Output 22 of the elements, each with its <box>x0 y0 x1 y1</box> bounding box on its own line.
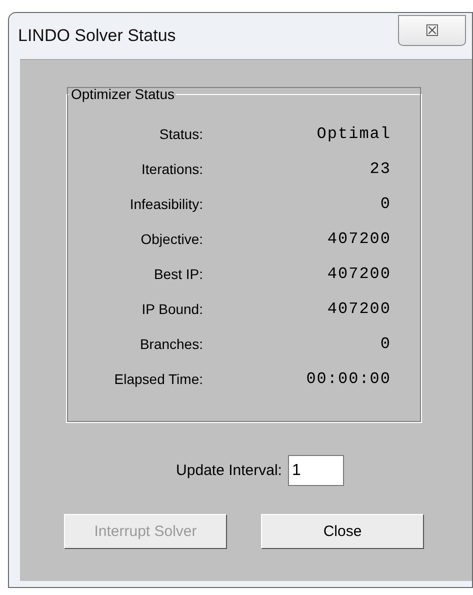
field-label: Infeasibility: <box>128 196 203 212</box>
field-value: 00:00:00 <box>305 370 391 388</box>
field-label: Elapsed Time: <box>113 370 203 386</box>
update-interval-field[interactable]: 1 <box>288 455 344 486</box>
field-value: 23 <box>368 160 391 178</box>
field-label: Objective: <box>140 230 203 246</box>
field-label: Branches: <box>138 336 203 352</box>
field-value: 407200 <box>326 264 391 282</box>
field-label: Best IP: <box>152 266 203 282</box>
update-interval-label: Update Interval: <box>176 462 282 479</box>
group-title: Optimizer Status <box>70 86 176 102</box>
field-value: Optimal <box>316 124 391 142</box>
field-value: 407200 <box>326 300 391 318</box>
field-value: 407200 <box>326 230 391 248</box>
field-label: Iterations: <box>140 160 203 176</box>
window-title: LINDO Solver Status <box>18 26 176 46</box>
field-label: IP Bound: <box>140 300 203 316</box>
close-button[interactable]: ☒ <box>398 15 466 46</box>
field-value: 0 <box>379 334 391 352</box>
close-dialog-button[interactable]: Close <box>261 514 424 549</box>
field-label: Status: <box>158 126 203 142</box>
field-value: 0 <box>379 194 391 212</box>
